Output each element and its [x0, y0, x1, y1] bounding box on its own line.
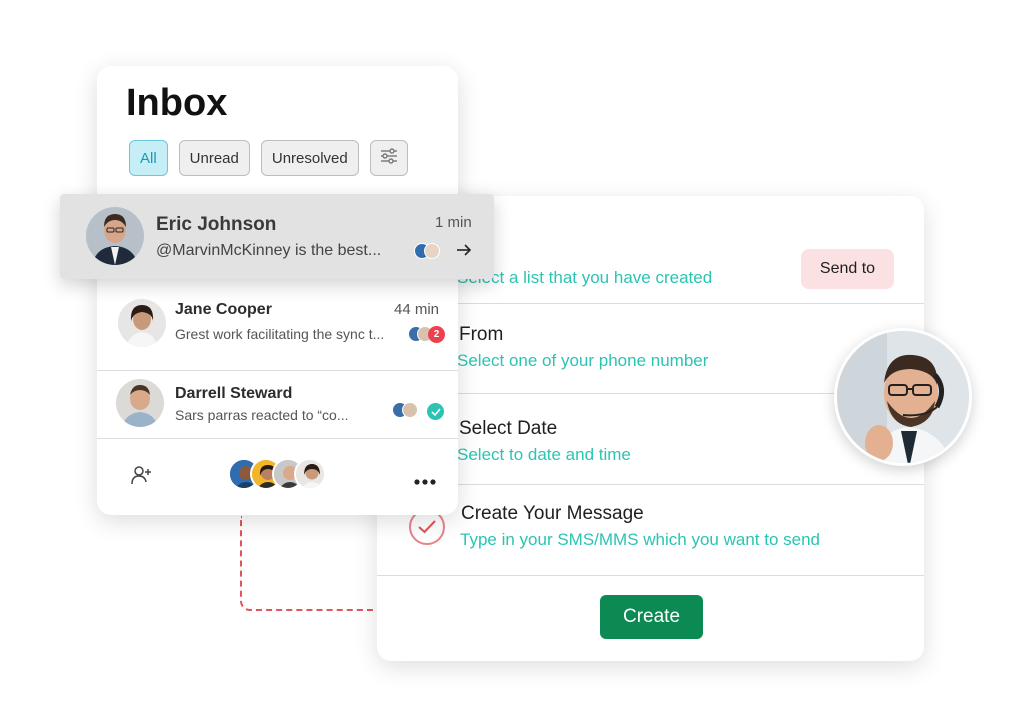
filter-all[interactable]: All	[129, 140, 168, 176]
conversation-preview: @MarvinMcKinney is the best...	[156, 242, 382, 259]
add-user-icon[interactable]	[131, 465, 153, 490]
from-title: From	[459, 324, 504, 345]
conversation-preview: Sars parras reacted to “co...	[175, 407, 349, 423]
inbox-title: Inbox	[126, 82, 228, 124]
date-title: Select Date	[459, 418, 558, 439]
check-icon	[427, 403, 444, 420]
conversation-time: 1 min	[435, 214, 472, 231]
conversation-item-highlighted[interactable]: Eric Johnson 1 min @MarvinMcKinney is th…	[60, 194, 494, 279]
filter-settings-button[interactable]	[369, 140, 408, 176]
conversation-name: Eric Johnson	[156, 214, 277, 235]
unread-badge: 2	[428, 326, 445, 343]
create-message-row[interactable]: Create Your Message Type in your SMS/MMS…	[377, 485, 924, 576]
conversation-name: Darrell Steward	[175, 385, 293, 402]
more-horizontal-icon[interactable]	[414, 472, 436, 490]
sliders-icon	[380, 148, 398, 168]
conversation-name: Jane Cooper	[175, 301, 272, 318]
filter-unread[interactable]: Unread	[178, 140, 250, 176]
create-button[interactable]: Create	[600, 595, 703, 639]
inbox-card: Inbox All Unread Unresolved Jane Cooper …	[97, 66, 458, 515]
filter-unresolved[interactable]: Unresolved	[260, 140, 359, 176]
avatar	[118, 299, 166, 347]
avatar	[86, 207, 144, 265]
from-subtitle: Select one of your phone number	[457, 351, 709, 370]
participant-avatar	[424, 243, 440, 259]
avatar	[116, 379, 164, 427]
inbox-filters: All Unread Unresolved	[129, 140, 408, 176]
date-subtitle: Select to date and time	[457, 445, 631, 464]
conversation-preview: Grest work facilitating the sync t...	[175, 326, 385, 342]
conversation-item[interactable]: Jane Cooper 44 min Grest work facilitati…	[97, 283, 458, 371]
participant-avatar	[402, 402, 418, 418]
conversation-time: 44 min	[394, 301, 440, 318]
message-subtitle: Type in your SMS/MMS which you want to s…	[460, 530, 820, 549]
flow-connector	[240, 516, 376, 611]
arrow-right-icon[interactable]	[456, 243, 472, 262]
conversation-item[interactable]: Darrell Steward Sars parras reacted to “…	[97, 371, 458, 439]
support-agent-avatar	[834, 328, 972, 466]
send-list-subtitle: Select a list that you have created	[457, 268, 713, 287]
send-to-button[interactable]: Send to	[801, 249, 894, 289]
message-title: Create Your Message	[461, 503, 644, 524]
team-avatar	[294, 458, 326, 490]
